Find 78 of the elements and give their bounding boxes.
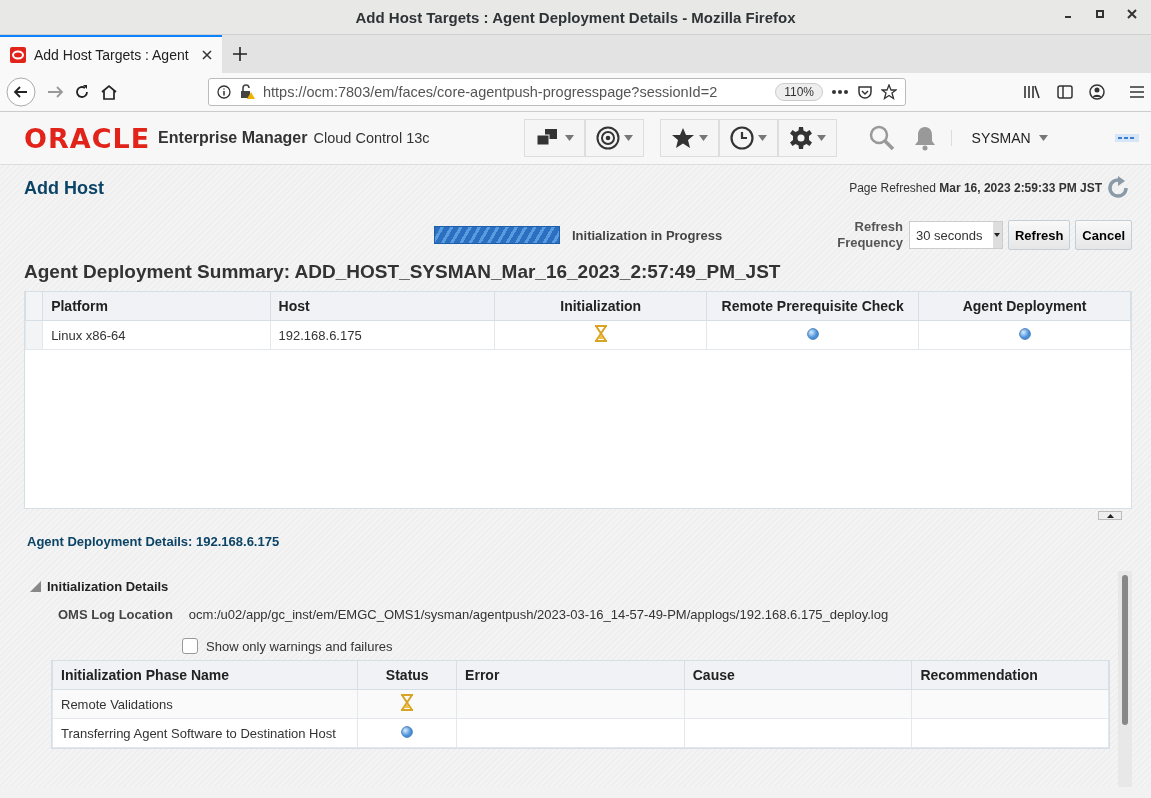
page-title: Add Host xyxy=(24,177,104,199)
caret-icon xyxy=(1038,135,1048,141)
refresh-frequency-select[interactable]: 30 seconds xyxy=(908,221,1003,249)
filter-label: Show only warnings and failures xyxy=(206,638,393,654)
caret-icon xyxy=(816,135,826,141)
caret-icon xyxy=(757,135,767,141)
close-icon[interactable] xyxy=(1127,9,1137,19)
up-arrow-icon xyxy=(1106,513,1114,518)
sidebar-icon[interactable] xyxy=(1057,84,1073,100)
caret-icon xyxy=(564,135,574,141)
home-icon[interactable] xyxy=(100,84,118,100)
table-cell: Remote Validations xyxy=(52,689,358,719)
section-header[interactable]: Initialization Details xyxy=(30,571,1114,601)
caret-icon xyxy=(623,135,633,141)
site-icon xyxy=(10,47,26,63)
new-tab-icon[interactable] xyxy=(232,46,248,62)
column-header[interactable]: Agent Deployment xyxy=(918,292,1131,321)
info-icon xyxy=(217,85,231,99)
favorites-menu[interactable] xyxy=(659,119,719,157)
column-header[interactable]: Cause xyxy=(684,661,912,690)
insecure-lock-icon xyxy=(239,84,255,100)
table-cell: Transferring Agent Software to Destination Host xyxy=(52,718,358,748)
caret-icon xyxy=(994,233,1001,237)
oracle-logo: ORACLE xyxy=(24,122,151,154)
close-tab-icon[interactable] xyxy=(202,50,212,60)
menu-icon[interactable] xyxy=(1115,134,1139,142)
address-bar[interactable]: https://ocm:7803/em/faces/core-agentpush-progresspage?sessionId=2 110% xyxy=(208,78,906,106)
column-header[interactable]: Host xyxy=(270,292,495,321)
maximize-icon[interactable] xyxy=(1095,9,1105,19)
column-header[interactable]: Initialization Phase Name xyxy=(52,661,358,690)
cancel-button[interactable]: Cancel xyxy=(1075,220,1132,250)
table-cell: 192.168.6.175 xyxy=(270,320,495,350)
column-header[interactable]: Error xyxy=(456,661,685,690)
column-header[interactable]: Remote Prerequisite Check xyxy=(706,292,919,321)
library-icon[interactable] xyxy=(1023,84,1041,100)
window-title: Add Host Targets : Agent Deployment Details - Mozilla Firefox xyxy=(355,8,796,26)
clock-icon xyxy=(729,126,754,150)
caret-icon xyxy=(698,135,708,141)
summary-title: Agent Deployment Summary: ADD_HOST_SYSMAN_Mar_16_2023_2:57:49_PM_JST xyxy=(24,261,782,283)
progress-status: Initialization in Progress xyxy=(572,227,723,243)
product-name: Enterprise Manager xyxy=(158,129,308,147)
collapse-splitter[interactable] xyxy=(1098,511,1122,520)
user-menu[interactable]: SYSMAN xyxy=(950,130,1048,146)
more-icon[interactable] xyxy=(831,89,849,95)
star-icon xyxy=(670,127,695,149)
scrollbar[interactable] xyxy=(1118,571,1132,787)
browser-tab[interactable]: Add Host Targets : Agent xyxy=(0,35,222,73)
forward-icon[interactable] xyxy=(46,84,64,100)
page-refreshed-text: Page Refreshed Mar 16, 2023 2:59:33 PM JST xyxy=(849,181,1102,195)
reload-icon[interactable] xyxy=(74,84,90,100)
column-header[interactable]: Recommendation xyxy=(911,661,1109,690)
back-icon[interactable] xyxy=(6,77,36,107)
menu-icon[interactable] xyxy=(1129,85,1145,99)
column-header[interactable]: Initialization xyxy=(494,292,707,321)
target-icon xyxy=(595,126,620,150)
search-icon[interactable] xyxy=(868,125,895,151)
settings-icon xyxy=(788,126,813,150)
history-menu[interactable] xyxy=(718,119,778,157)
zoom-level[interactable]: 110% xyxy=(775,83,823,101)
column-header[interactable]: Platform xyxy=(42,292,271,321)
star-icon[interactable] xyxy=(881,84,897,100)
details-title: Agent Deployment Details: 192.168.6.175 xyxy=(27,534,281,549)
pocket-icon[interactable] xyxy=(857,84,873,100)
filter-checkbox[interactable] xyxy=(182,638,198,654)
refresh-button[interactable]: Refresh xyxy=(1007,220,1071,250)
log-location-path: ocm:/u02/app/gc_inst/em/EMGC_OMS1/sysman/agentpush/2023-03-16_14-57-49-PM/applogs/192.168.6.175_deploy.log xyxy=(188,607,889,622)
url-text: https://ocm:7803/em/faces/core-agentpush-progresspage?sessionId=2 xyxy=(263,84,719,100)
account-icon[interactable] xyxy=(1089,84,1105,100)
product-edition: Cloud Control 13c xyxy=(313,130,430,146)
refresh-frequency-label: Refresh Frequency xyxy=(836,219,903,251)
bell-icon[interactable] xyxy=(912,125,937,151)
target-menu[interactable] xyxy=(584,119,644,157)
setup-menu[interactable] xyxy=(777,119,837,157)
column-header[interactable]: Status xyxy=(357,661,457,690)
targets-menu[interactable] xyxy=(523,119,585,157)
table-cell: Linux x86-64 xyxy=(42,320,271,350)
log-location-label: OMS Log Location xyxy=(58,607,173,622)
expanded-triangle-icon xyxy=(30,580,41,592)
